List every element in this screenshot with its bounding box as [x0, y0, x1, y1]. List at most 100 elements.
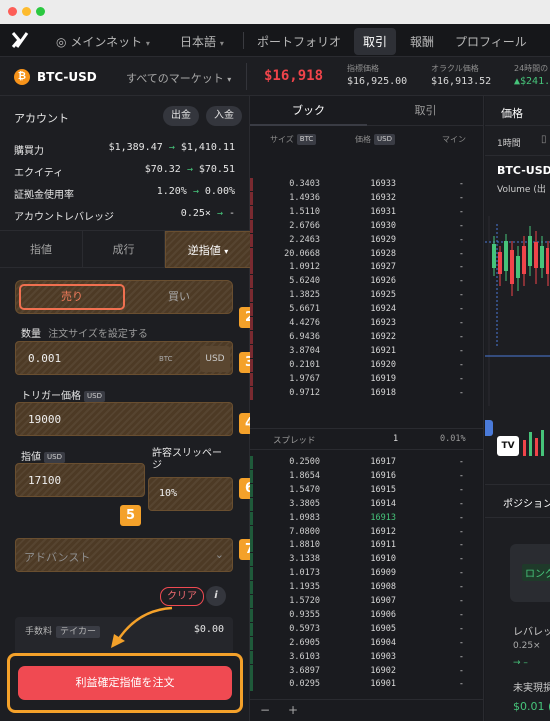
info-icon[interactable]: i	[206, 586, 226, 606]
close-window-dot[interactable]	[8, 7, 17, 16]
amount-unit-usd-toggle[interactable]: USD	[200, 346, 230, 372]
depth-bar	[250, 372, 253, 386]
bid-row[interactable]: 1.5470 16915 -	[250, 483, 484, 497]
withdraw-button[interactable]: 出金	[163, 106, 199, 126]
all-markets-dropdown[interactable]: すべてのマーケット ▾	[126, 70, 231, 86]
bid-row[interactable]: 1.0173 16909 -	[250, 567, 484, 581]
language-selector[interactable]: 日本語 ▾	[180, 33, 224, 50]
level-size: 0.2101	[289, 359, 320, 370]
column-mine-header: マイン	[442, 135, 466, 144]
top-nav: ◎ メインネット ▾ 日本語 ▾ ポートフォリオ 取引 報酬 プロフィール	[0, 24, 550, 57]
trigger-price-input[interactable]: 19000	[15, 402, 233, 436]
bid-row[interactable]: 1.8654 16916 -	[250, 469, 484, 483]
ask-row[interactable]: 0.3403 16933 -	[250, 178, 484, 191]
tab-stop-limit[interactable]: 逆指値 ▾	[165, 231, 250, 268]
slippage-input[interactable]: 10%	[148, 477, 233, 511]
level-mine: -	[458, 484, 464, 495]
spread-row: スプレッド 1 0.01%	[250, 428, 484, 450]
bid-row[interactable]: 3.6897 16902 -	[250, 664, 484, 678]
bid-row[interactable]: 1.0983 16913 -	[250, 511, 484, 525]
bid-row[interactable]: 1.5720 16907 -	[250, 595, 484, 608]
level-mine: -	[458, 276, 464, 287]
ask-row[interactable]: 3.8704 16921 -	[250, 344, 484, 358]
tradingview-logo-icon[interactable]: TV	[497, 436, 519, 456]
bid-row[interactable]: 0.5973 16905 -	[250, 622, 484, 636]
tab-trades[interactable]: 取引	[367, 96, 484, 126]
ask-row[interactable]: 20.0668 16928 -	[250, 247, 484, 261]
bid-row[interactable]: 3.1338 16910 -	[250, 553, 484, 567]
advanced-label: アドバンスト	[24, 551, 91, 564]
ask-row[interactable]: 2.2463 16929 -	[250, 233, 484, 247]
candlestick-chart[interactable]	[485, 206, 550, 416]
level-price: 16930	[370, 220, 396, 231]
bid-row[interactable]: 0.9355 16906 -	[250, 608, 484, 622]
ask-row[interactable]: 1.9767 16919 -	[250, 372, 484, 386]
ask-row[interactable]: 5.6671 16924 -	[250, 303, 484, 317]
market-header: ₿ BTC-USD すべてのマーケット ▾ $16,918 指標価格 $16,9…	[0, 57, 550, 96]
level-mine: -	[458, 609, 464, 620]
dydx-logo-icon[interactable]	[11, 32, 29, 48]
depth-bar	[250, 595, 253, 608]
ask-row[interactable]: 1.3825 16925 -	[250, 289, 484, 303]
zoom-out-button[interactable]: −	[260, 703, 270, 717]
bid-row[interactable]: 0.2500 16917 -	[250, 456, 484, 469]
step-badge-5: 5	[120, 505, 141, 526]
level-price: 16920	[370, 359, 396, 370]
depth-bar	[250, 497, 253, 511]
tab-positions[interactable]: ポジション	[503, 495, 550, 510]
zoom-window-dot[interactable]	[36, 7, 45, 16]
candle-type-icon[interactable]: ▯	[541, 134, 547, 145]
market-pair[interactable]: BTC-USD	[37, 70, 97, 84]
nav-divider	[243, 32, 244, 49]
advanced-dropdown[interactable]: アドバンスト ⌄	[15, 538, 233, 572]
amount-input[interactable]: 0.001 BTC USD	[15, 341, 233, 375]
place-take-profit-limit-button[interactable]: 利益確定指値を注文	[18, 666, 232, 700]
bid-row[interactable]: 2.6905 16904 -	[250, 636, 484, 650]
ask-row[interactable]: 1.0912 16927 -	[250, 261, 484, 275]
level-mine: -	[458, 623, 464, 634]
ask-row[interactable]: 4.4276 16923 -	[250, 317, 484, 330]
chart-side-handle[interactable]	[485, 420, 493, 436]
nav-trade[interactable]: 取引	[354, 28, 397, 55]
level-mine: -	[458, 651, 464, 662]
ask-row[interactable]: 2.6766 16930 -	[250, 219, 484, 233]
ask-row[interactable]: 0.9712 16918 -	[250, 386, 484, 400]
chart-tabs: 価格	[485, 96, 550, 126]
depth-bar	[250, 608, 253, 622]
nav-portfolio[interactable]: ポートフォリオ	[257, 33, 341, 50]
ask-row[interactable]: 6.9436 16922 -	[250, 330, 484, 344]
minimize-window-dot[interactable]	[22, 7, 31, 16]
ask-row[interactable]: 1.5110 16931 -	[250, 205, 484, 219]
chart-symbol: BTC-USD	[497, 164, 550, 177]
bid-row[interactable]: 3.3805 16914 -	[250, 497, 484, 511]
chevron-down-icon: ▾	[219, 39, 224, 48]
tab-book[interactable]: ブック	[250, 96, 367, 126]
tab-limit[interactable]: 指値	[0, 231, 83, 268]
amount-unit-btc[interactable]: BTC	[159, 355, 173, 363]
limit-price-input[interactable]: 17100	[15, 463, 145, 497]
bid-row[interactable]: 0.0295 16901 -	[250, 678, 484, 692]
nav-profile[interactable]: プロフィール	[455, 33, 527, 50]
buy-button[interactable]: 買い	[128, 284, 230, 310]
tab-price-chart[interactable]: 価格	[501, 105, 523, 121]
position-card[interactable]: ロング	[510, 544, 550, 602]
depth-bar	[250, 178, 253, 191]
tab-market[interactable]: 成行	[83, 231, 165, 268]
ask-row[interactable]: 5.6240 16926 -	[250, 275, 484, 289]
level-size: 1.8654	[289, 470, 320, 481]
depth-bar	[250, 553, 253, 567]
ask-row[interactable]: 1.4936 16932 -	[250, 191, 484, 205]
level-price: 16924	[370, 304, 396, 315]
bid-row[interactable]: 3.6103 16903 -	[250, 650, 484, 664]
bid-row[interactable]: 1.8810 16911 -	[250, 539, 484, 553]
nav-rewards[interactable]: 報酬	[410, 33, 434, 50]
interval-selector[interactable]: 1時間	[497, 136, 521, 149]
sell-button[interactable]: 売り	[19, 284, 125, 310]
network-selector[interactable]: ◎ メインネット ▾	[56, 33, 150, 50]
ask-row[interactable]: 0.2101 16920 -	[250, 358, 484, 372]
deposit-button[interactable]: 入金	[206, 106, 242, 126]
zoom-in-button[interactable]: +	[288, 703, 298, 717]
bid-row[interactable]: 1.1935 16908 -	[250, 581, 484, 595]
depth-bar	[250, 650, 253, 664]
bid-row[interactable]: 7.0800 16912 -	[250, 525, 484, 539]
